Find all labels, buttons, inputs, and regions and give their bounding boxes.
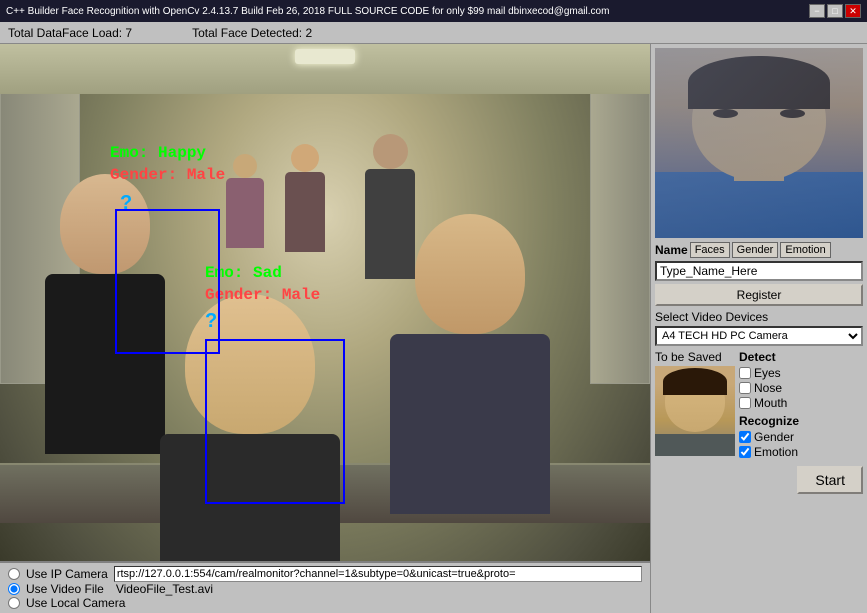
emotion-recognize-label: Emotion (754, 445, 798, 459)
detection-box-2 (205, 339, 345, 504)
gender-button[interactable]: Gender (732, 242, 779, 258)
gender-recognize-row: Gender (739, 430, 863, 444)
detect-options: Detect Eyes Nose Mouth Recognize (739, 350, 863, 460)
face-image (655, 48, 863, 238)
status-bar: Total DataFace Load: 7 Total Face Detect… (0, 22, 867, 44)
gender-recognize-checkbox[interactable] (739, 431, 751, 443)
video-device-select[interactable]: A4 TECH HD PC Camera (655, 326, 863, 346)
main-content: Emo: Happy Gender: Male ? Emo: Sad Gende… (0, 44, 867, 613)
maximize-button[interactable]: □ (827, 4, 843, 18)
start-button[interactable]: Start (797, 466, 863, 494)
emotion-recognize-row: Emotion (739, 445, 863, 459)
start-container: Start (655, 466, 863, 494)
video-devices-label: Select Video Devices (655, 310, 863, 324)
emotion-label-1: Emo: Happy (110, 144, 206, 162)
mouth-checkbox[interactable] (739, 397, 751, 409)
local-camera-radio[interactable] (8, 597, 20, 609)
close-button[interactable]: ✕ (845, 4, 861, 18)
nose-label: Nose (754, 381, 782, 395)
light-fixture (295, 49, 355, 64)
emotion-recognize-checkbox[interactable] (739, 446, 751, 458)
gender-recognize-label: Gender (754, 430, 794, 444)
ip-camera-input[interactable] (114, 566, 642, 582)
local-camera-label: Use Local Camera (26, 596, 125, 610)
ip-camera-row: Use IP Camera (8, 566, 642, 582)
video-file-label: Use Video File (26, 582, 104, 596)
video-file-row: Use Video File VideoFile_Test.avi (8, 582, 642, 596)
gender-label-2: Gender: Male (205, 286, 320, 304)
detect-label: Detect (739, 350, 863, 364)
person-3 (380, 214, 560, 524)
name-controls-row: Name Faces Gender Emotion (655, 242, 863, 258)
bg-figure-1 (280, 144, 330, 294)
ip-camera-label: Use IP Camera (26, 567, 108, 581)
nose-checkbox[interactable] (739, 382, 751, 394)
to-saved-label: To be Saved (655, 350, 722, 364)
wall-right (590, 84, 650, 384)
name-input[interactable] (655, 261, 863, 281)
bottom-section: To be Saved Detect Eyes (655, 350, 863, 460)
recognize-section: Recognize Gender Emotion (739, 414, 863, 460)
right-panel: Name Faces Gender Emotion Register Selec… (650, 44, 867, 613)
eyes-row: Eyes (739, 366, 863, 380)
name-label: Name (655, 243, 688, 257)
gender-label-1: Gender: Male (110, 166, 225, 184)
minimize-button[interactable]: − (809, 4, 825, 18)
nose-row: Nose (739, 381, 863, 395)
face-thumb-image (655, 366, 735, 456)
title-bar: C++ Builder Face Recognition with OpenCv… (0, 0, 867, 22)
video-area: Emo: Happy Gender: Male ? Emo: Sad Gende… (0, 44, 650, 613)
faces-button[interactable]: Faces (690, 242, 730, 258)
detection-box-1 (115, 209, 220, 354)
video-file-value: VideoFile_Test.avi (116, 582, 213, 596)
video-file-radio[interactable] (8, 583, 20, 595)
face-thumbnail (655, 366, 735, 456)
mouth-row: Mouth (739, 396, 863, 410)
eyes-label: Eyes (754, 366, 781, 380)
face-detected: Total Face Detected: 2 (192, 26, 312, 40)
register-button[interactable]: Register (655, 284, 863, 306)
window-controls: − □ ✕ (809, 4, 861, 18)
ip-camera-radio[interactable] (8, 568, 20, 580)
face-preview (655, 48, 863, 238)
emotion-button[interactable]: Emotion (780, 242, 830, 258)
app-title: C++ Builder Face Recognition with OpenCv… (6, 6, 609, 17)
bottom-controls: Use IP Camera Use Video File VideoFile_T… (0, 561, 650, 613)
eyes-checkbox[interactable] (739, 367, 751, 379)
mouth-label: Mouth (754, 396, 787, 410)
recognize-label: Recognize (739, 414, 863, 428)
local-camera-row: Use Local Camera (8, 596, 642, 610)
dataface-load: Total DataFace Load: 7 (8, 26, 132, 40)
